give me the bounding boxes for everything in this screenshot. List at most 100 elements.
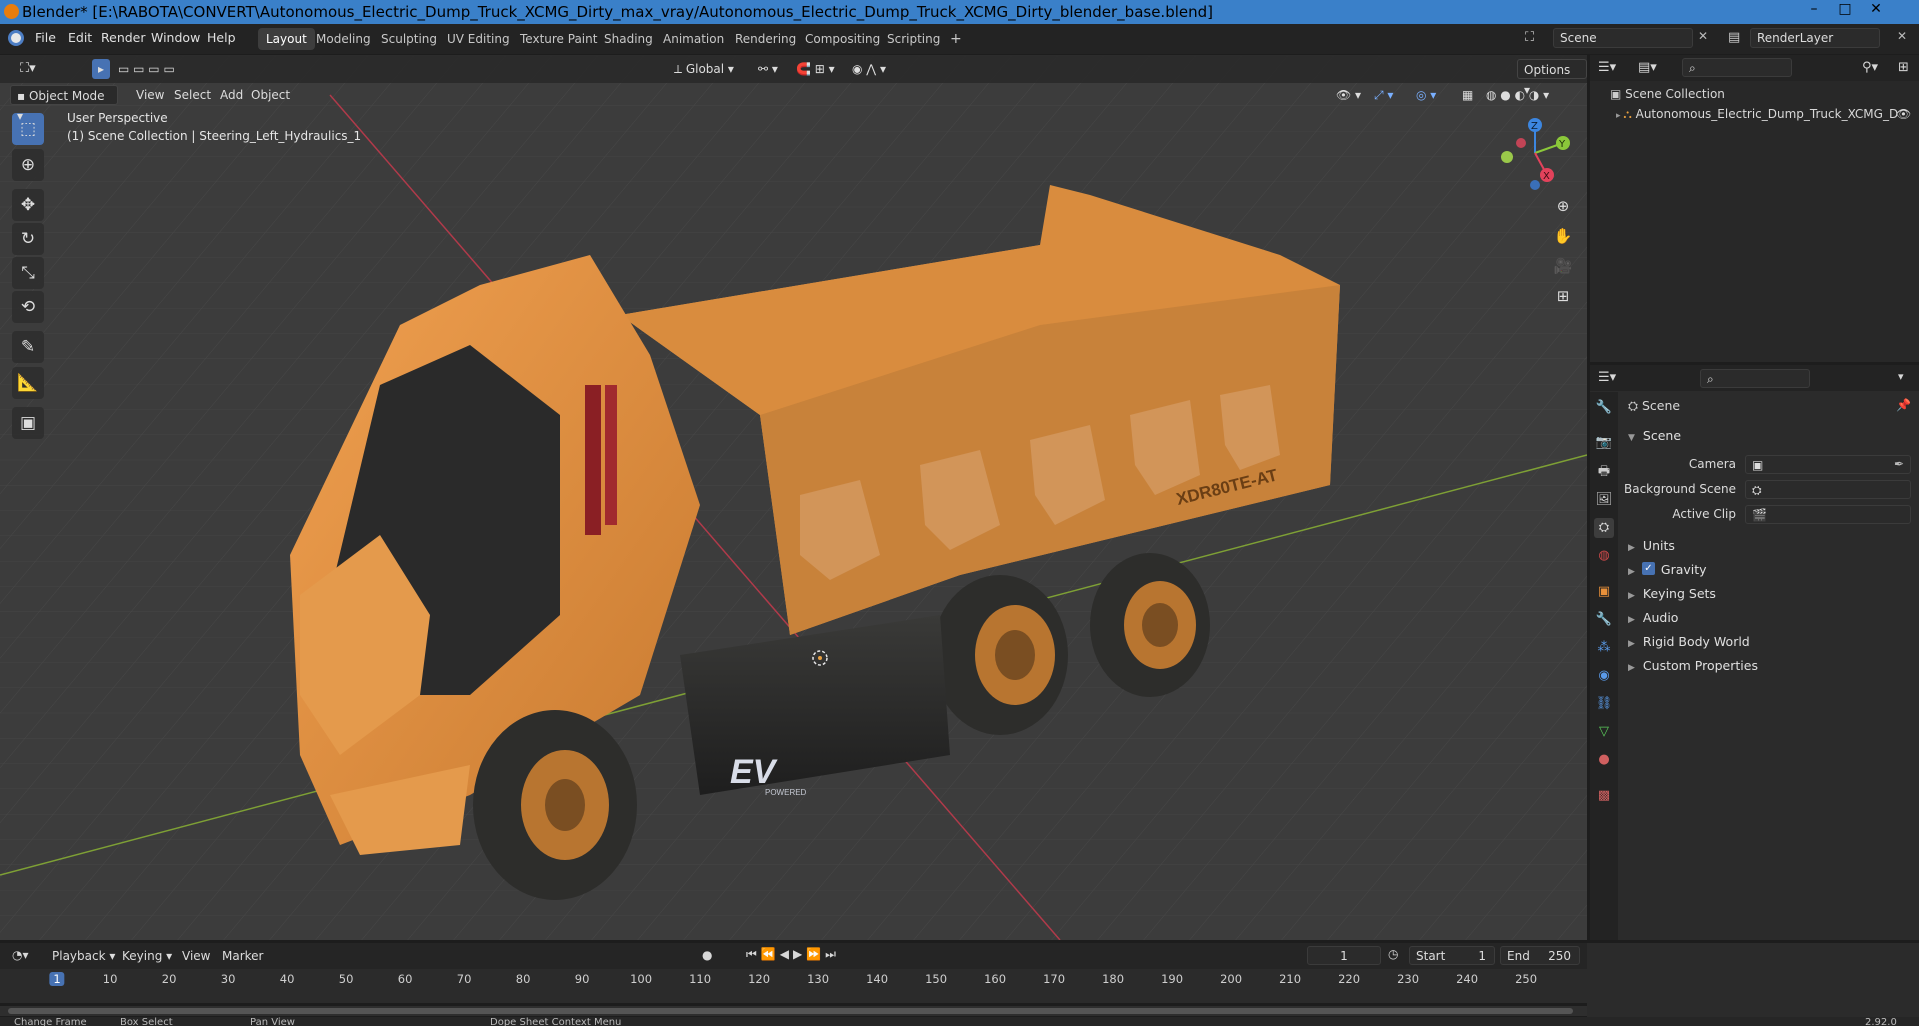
move-tool-button[interactable]: ✥ [12,189,44,221]
gravity-checkbox[interactable]: ✓ [1642,562,1655,575]
playback-menu[interactable]: Playback ▾ [46,946,121,966]
material-tab-icon[interactable]: ● [1594,750,1614,770]
scale-tool-button[interactable]: ⤡ [12,257,44,289]
close-button[interactable]: ✕ [1861,0,1891,20]
filter-icon[interactable]: ⚲▾ [1862,60,1878,75]
marker-menu[interactable]: Marker [216,946,269,966]
properties-search-input[interactable]: ⌕ [1700,369,1810,388]
measure-tool-button[interactable]: 📐 [12,367,44,399]
background-scene-field[interactable]: ⛭ [1745,480,1911,499]
properties-options-icon[interactable]: ▾ [1898,370,1904,383]
rotate-tool-button[interactable]: ↻ [12,223,44,255]
visibility-toggle[interactable]: 👁 ▾ [1330,85,1367,105]
add-workspace-button[interactable]: + [942,28,970,50]
maximize-button[interactable]: □ [1830,0,1860,20]
timeline-editor-icon[interactable]: ◔▾ [12,948,29,962]
scene-collection-row[interactable]: ▣ Scene Collection [1610,87,1725,101]
proportional-edit-toggle[interactable]: ◉ ⋀ ▾ [846,59,892,79]
tab-animation[interactable]: Animation [655,28,732,50]
render-tab-icon[interactable]: 📷 [1594,433,1614,453]
object-tab-icon[interactable]: ▣ [1594,582,1614,602]
new-collection-icon[interactable]: ⊞ [1898,60,1909,75]
menu-select[interactable]: Select [168,85,217,105]
tab-compositing[interactable]: Compositing [797,28,888,50]
scene-tab-icon[interactable]: ⛭ [1594,518,1614,538]
minimize-button[interactable]: – [1799,0,1829,20]
menu-edit[interactable]: Edit [68,30,92,45]
menu-view[interactable]: View [130,85,170,105]
tab-rendering[interactable]: Rendering [727,28,804,50]
pin-icon[interactable]: 📌 [1896,398,1911,412]
audio-panel[interactable]: ▶ Audio [1628,610,1678,625]
custom-properties-panel[interactable]: ▶ Custom Properties [1628,658,1758,673]
tab-shading[interactable]: Shading [596,28,661,50]
keying-sets-panel[interactable]: ▶ Keying Sets [1628,586,1716,601]
display-mode-icon[interactable]: ▤▾ [1638,60,1657,75]
camera-view-button[interactable]: 🎥 [1550,253,1576,279]
menu-file[interactable]: File [35,30,56,45]
scene-selector[interactable]: Scene [1553,28,1693,48]
gizmo-toggle[interactable]: ⤢ ▾ [1368,85,1399,105]
annotate-tool-button[interactable]: ✎ [12,331,44,363]
timeline-scrollbar[interactable] [0,1006,1587,1016]
end-frame-field[interactable]: End 250 [1500,946,1580,965]
output-tab-icon[interactable]: 🖶 [1594,462,1614,482]
world-tab-icon[interactable]: ◍ [1594,546,1614,566]
renderlayer-selector[interactable]: RenderLayer [1750,28,1880,48]
timeline-view-menu[interactable]: View [176,946,216,966]
current-frame-field[interactable]: 1 [1307,946,1381,965]
clock-icon[interactable]: ◷ [1388,947,1398,961]
record-icon[interactable]: ● [702,948,712,962]
options-dropdown[interactable]: Options ▾ [1517,59,1587,97]
cursor-tool-button[interactable]: ⊕ [12,149,44,181]
data-tab-icon[interactable]: ▽ [1594,722,1614,742]
camera-field[interactable]: ▣ [1745,455,1911,474]
outliner-item[interactable]: ▸ ⛬ Autonomous_Electric_Dump_Truck_XCMG_… [1616,107,1916,122]
gravity-panel[interactable]: ▶ ✓ Gravity [1628,562,1707,577]
tab-uv-editing[interactable]: UV Editing [439,28,518,50]
orientation-dropdown[interactable]: ⟂ Global ▾ [668,59,740,79]
remove-scene-icon[interactable]: ✕ [1698,29,1708,43]
add-cube-tool-button[interactable]: ▣ [12,407,44,439]
menu-window[interactable]: Window [151,30,200,45]
editor-type-icon[interactable]: ⛶▾ [14,59,42,79]
units-panel[interactable]: ▶ Units [1628,538,1675,553]
shading-modes[interactable]: ◍ ● ◐ ◑ ▾ [1480,85,1555,105]
active-clip-field[interactable]: 🎬 [1745,505,1911,524]
physics-tab-icon[interactable]: ◉ [1594,666,1614,686]
navigation-gizmo[interactable]: Z Y X [1495,113,1575,193]
tab-modeling[interactable]: Modeling [308,28,379,50]
playback-controls[interactable]: ⏮⏪◀▶⏩⏭ [746,947,840,962]
perspective-toggle-button[interactable]: ⊞ [1550,283,1576,309]
modifier-tab-icon[interactable]: 🔧 [1594,610,1614,630]
remove-renderlayer-icon[interactable]: ✕ [1897,29,1907,43]
zoom-view-button[interactable]: ⊕ [1550,193,1576,219]
overlay-toggle[interactable]: ◎ ▾ [1410,85,1442,105]
view-layer-tab-icon[interactable]: 🖼 [1594,490,1614,510]
tool-tab-icon[interactable]: 🔧 [1594,398,1614,418]
visibility-eye-icon[interactable]: 👁 [1896,107,1911,121]
xray-toggle[interactable]: ▦ [1456,85,1479,105]
menu-render[interactable]: Render [101,30,146,45]
3d-viewport[interactable]: XDR80TE-AT EV POWERED User Perspective (… [0,55,1587,940]
menu-add[interactable]: Add [214,85,249,105]
transform-tool-button[interactable]: ⟲ [12,291,44,323]
blender-menu-icon[interactable] [8,30,24,46]
object-mode-dropdown[interactable]: ▪ Object Mode ▾ [10,85,118,123]
pivot-dropdown[interactable]: ⚯ ▾ [752,59,784,79]
tab-layout[interactable]: Layout [258,28,315,50]
keying-menu[interactable]: Keying ▾ [116,946,178,966]
outliner-editor-icon[interactable]: ☰▾ [1598,60,1616,75]
eyedropper-icon[interactable]: ✒ [1894,457,1904,471]
timeline-scroll-thumb[interactable] [8,1008,1573,1014]
rigid-body-world-panel[interactable]: ▶ Rigid Body World [1628,634,1750,649]
particles-tab-icon[interactable]: ⁂ [1594,638,1614,658]
properties-editor-icon[interactable]: ☰▾ [1598,370,1616,385]
tab-sculpting[interactable]: Sculpting [373,28,445,50]
select-mode-icons[interactable]: ▭ ▭ ▭ ▭ [112,59,181,79]
pan-view-button[interactable]: ✋ [1550,223,1576,249]
menu-object[interactable]: Object [245,85,296,105]
select-box-mode-icon[interactable]: ▸ [92,59,110,79]
scene-section-header[interactable]: ▼ Scene [1628,428,1681,443]
texture-tab-icon[interactable]: ▩ [1594,786,1614,806]
